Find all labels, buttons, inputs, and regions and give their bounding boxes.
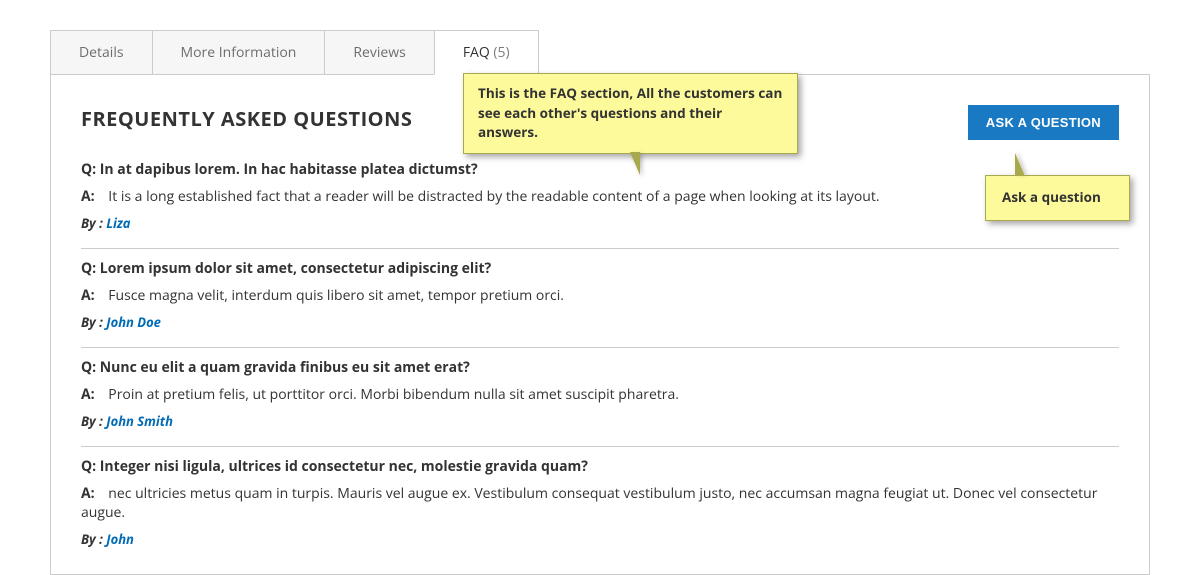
tab-faq[interactable]: FAQ (5) <box>434 30 539 75</box>
faq-item: Q: Integer nisi ligula, ultrices id cons… <box>81 447 1119 564</box>
faq-list: Q: In at dapibus lorem. In hac habitasse… <box>81 150 1119 564</box>
answer-text: It is a long established fact that a rea… <box>105 187 880 206</box>
tab-bar: Details More Information Reviews FAQ (5) <box>50 30 1150 75</box>
byline: By : John Smith <box>81 412 1119 430</box>
faq-item: Q: Lorem ipsum dolor sit amet, consectet… <box>81 249 1119 348</box>
ask-question-button[interactable]: ASK A QUESTION <box>968 105 1119 140</box>
answer-text: Fusce magna velit, interdum quis libero … <box>105 286 564 305</box>
answer-prefix: A: <box>81 484 95 503</box>
by-prefix: By : <box>81 530 106 548</box>
tab-more-information[interactable]: More Information <box>152 30 326 74</box>
author-link[interactable]: John Smith <box>106 412 173 430</box>
tab-count: (5) <box>493 43 509 62</box>
by-prefix: By : <box>81 214 106 232</box>
question-text: Lorem ipsum dolor sit amet, consectetur … <box>100 259 491 278</box>
question-line: Q: Nunc eu elit a quam gravida finibus e… <box>81 358 1119 377</box>
answer-line: A: Proin at pretium felis, ut porttitor … <box>81 385 1119 404</box>
tab-label: More Information <box>181 43 297 62</box>
page-root: This is the FAQ section, All the custome… <box>0 0 1200 575</box>
tab-label: Reviews <box>353 43 405 62</box>
byline: By : John <box>81 530 1119 548</box>
tab-label: Details <box>79 43 124 62</box>
question-line: Q: Lorem ipsum dolor sit amet, consectet… <box>81 259 1119 278</box>
answer-line: A: It is a long established fact that a … <box>81 187 1119 206</box>
question-prefix: Q: <box>81 259 100 278</box>
byline: By : Liza <box>81 214 1119 232</box>
question-prefix: Q: <box>81 160 100 179</box>
answer-text: nec ultricies metus quam in turpis. Maur… <box>81 484 1097 522</box>
callout-text: This is the FAQ section, All the custome… <box>478 84 782 141</box>
answer-text: Proin at pretium felis, ut porttitor orc… <box>105 385 679 404</box>
byline: By : John Doe <box>81 313 1119 331</box>
question-text: Integer nisi ligula, ultrices id consect… <box>100 457 588 476</box>
answer-prefix: A: <box>81 385 95 404</box>
question-prefix: Q: <box>81 457 100 476</box>
by-prefix: By : <box>81 313 106 331</box>
answer-line: A: Fusce magna velit, interdum quis libe… <box>81 286 1119 305</box>
by-prefix: By : <box>81 412 106 430</box>
author-link[interactable]: John Doe <box>106 313 161 331</box>
callout-faq-description: This is the FAQ section, All the custome… <box>463 73 798 154</box>
callout-ask-question: Ask a question <box>985 175 1130 221</box>
callout-text: Ask a question <box>1002 188 1101 206</box>
question-text: Nunc eu elit a quam gravida finibus eu s… <box>100 358 470 377</box>
answer-prefix: A: <box>81 187 95 206</box>
tab-reviews[interactable]: Reviews <box>324 30 434 74</box>
question-prefix: Q: <box>81 358 100 377</box>
answer-line: A: nec ultricies metus quam in turpis. M… <box>81 484 1119 522</box>
callout-tail-icon <box>631 153 640 175</box>
faq-item: Q: Nunc eu elit a quam gravida finibus e… <box>81 348 1119 447</box>
tab-details[interactable]: Details <box>50 30 153 74</box>
answer-prefix: A: <box>81 286 95 305</box>
tab-label: FAQ <box>463 43 490 62</box>
author-link[interactable]: John <box>106 530 134 548</box>
callout-tail-icon <box>1016 154 1025 176</box>
question-text: In at dapibus lorem. In hac habitasse pl… <box>100 160 478 179</box>
author-link[interactable]: Liza <box>106 214 130 232</box>
question-line: Q: In at dapibus lorem. In hac habitasse… <box>81 160 1119 179</box>
question-line: Q: Integer nisi ligula, ultrices id cons… <box>81 457 1119 476</box>
faq-item: Q: In at dapibus lorem. In hac habitasse… <box>81 150 1119 249</box>
